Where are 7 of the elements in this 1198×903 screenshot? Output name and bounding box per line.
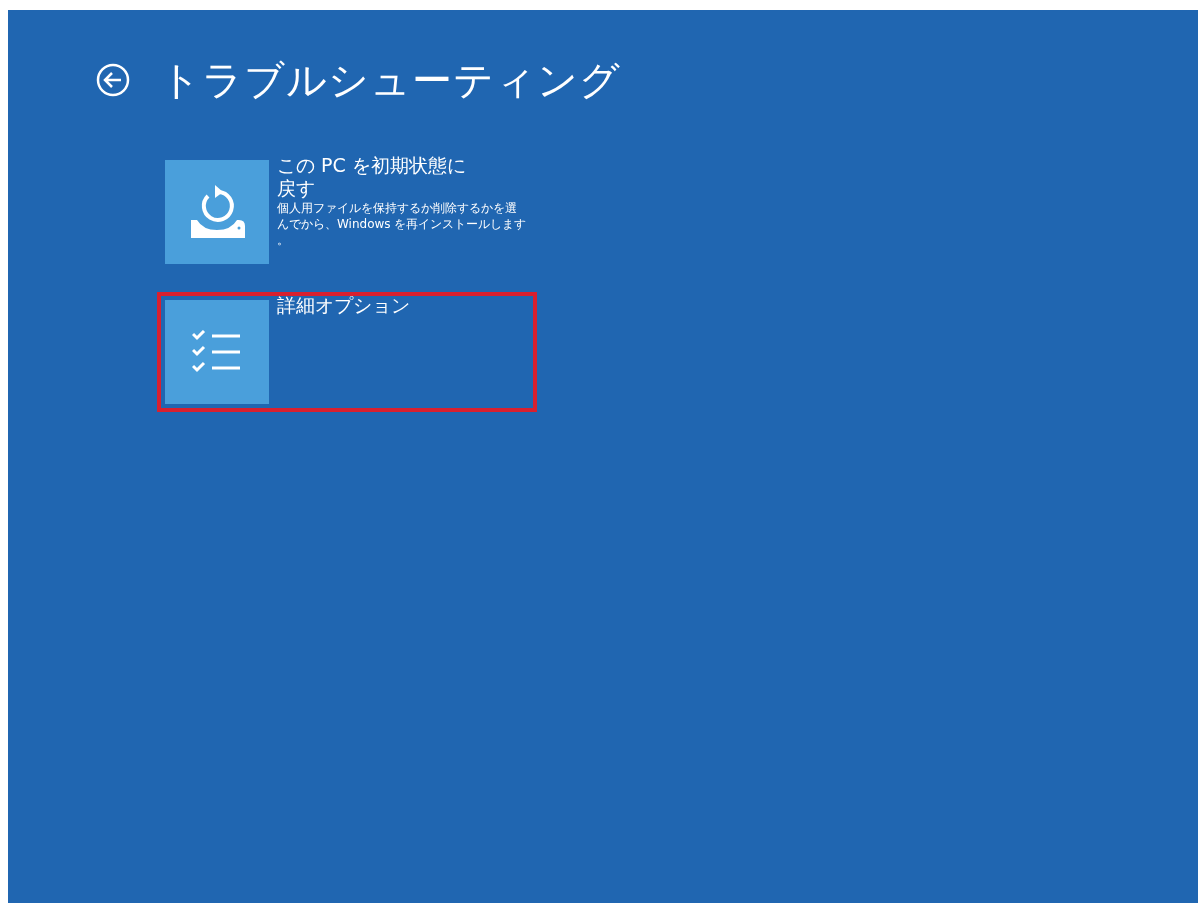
highlighted-option-tile[interactable]: 詳細オプション	[157, 292, 537, 412]
option-title: 詳細オプション	[277, 294, 411, 317]
option-description: 個人用ファイルを保持するか削除するかを選んでから、Windows を再インストールします。	[277, 200, 527, 248]
page-title: トラブルシューティング	[160, 56, 621, 105]
option-title: この PC を初期状態に戻す	[277, 154, 467, 200]
checklist-icon	[192, 330, 242, 374]
option-tile[interactable]: この PC を初期状態に戻す 個人用ファイルを保持するか削除するかを選んでから、Windows を再インストールします。	[157, 152, 537, 272]
